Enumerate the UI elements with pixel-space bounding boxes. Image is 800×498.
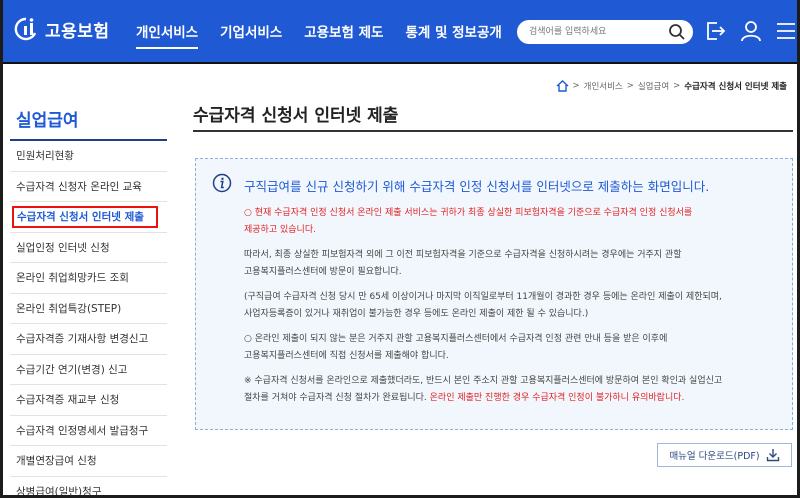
home-icon[interactable] [556,80,569,92]
nav-insurance-system[interactable]: 고용보험 제도 [304,21,383,49]
menu-icon[interactable] [774,19,798,43]
notice-paragraph-3: (구직급여 수급자격 신청 당시 만 65세 이상이거나 마지막 이직일로부터 … [244,289,784,323]
info-icon [212,173,232,193]
breadcrumb-separator: > [673,81,681,91]
info-box: 구직급여를 신규 신청하기 위해 수급자격 인정 신청서를 인터넷으로 제출하는… [195,158,793,430]
manual-download-button[interactable]: 매뉴얼 다운로드(PDF) [657,443,792,467]
logo-icon [14,17,37,41]
sidebar-item-extended-benefit[interactable]: 개별연장급여 신청 [10,446,167,477]
info-lead-text: 구직급여를 신규 신청하기 위해 수급자격 인정 신청서를 인터넷으로 제출하는… [244,179,710,194]
notice-paragraph-2: 따라서, 최종 상실한 피보험자격 외에 그 이전 피보험자격을 기준으로 수급… [244,247,784,281]
download-label: 매뉴얼 다운로드(PDF) [669,451,760,462]
breadcrumb-current: 수급자격 신청서 인터넷 제출 [684,82,787,92]
sidebar-item-certificate-request[interactable]: 수급자격 인정명세서 발급청구 [10,416,167,446]
sidebar-item-processing-status[interactable]: 민원처리현황 [10,141,167,172]
logo-text: 고용보험 [45,21,110,42]
page-title: 수급자격 신청서 인터넷 제출 [193,106,399,126]
main-nav: 개인서비스 기업서비스 고용보험 제도 통계 및 정보공개 [136,21,502,49]
sidebar-item-unemployment-recognition[interactable]: 실업인정 인터넷 신청 [10,233,167,263]
notice-line: 사업자등록증이 있거나 재취업이 불가능한 경우 등에도 온라인 제출이 제한 … [244,309,589,319]
notice-line: ※ 수급자격 신청서를 온라인으로 제출했더라도, 반드시 본인 주소지 관할 … [244,376,723,386]
notice-line: (구직급여 수급자격 신청 당시 만 65세 이상이거나 마지막 이직일로부터 … [244,292,722,302]
search-box [517,20,693,44]
sidebar-item-job-card[interactable]: 온라인 취업희망카드 조회 [10,263,167,294]
sidebar-item-sickness-benefit[interactable]: 상병급여(일반)청구 [10,477,167,496]
breadcrumb-separator: > [572,81,580,91]
notice-paragraph-1: ○ 현재 수급자격 인정 신청서 온라인 제출 서비스는 귀하가 최종 상실한 … [244,205,784,239]
sidebar-item-application-submit[interactable]: 수급자격 신청서 인터넷 제출 [10,202,167,233]
notice-line: 절차를 거쳐야 수급자격 신청 절차가 완료됩니다. 온라인 제출만 진행한 경… [244,390,784,407]
notice-text: 절차를 거쳐야 수급자격 신청 절차가 완료됩니다. [244,393,430,403]
nav-personal-services[interactable]: 개인서비스 [136,21,199,49]
notice-line: 고용복지플러스센터에 방문이 필요합니다. [244,267,402,277]
logout-icon[interactable] [703,19,727,43]
notice-line: 고용복지플러스센터에 직접 신청서를 제출해야 합니다. [244,351,449,361]
notice-line: ○ 온라인 제출이 되지 않는 분은 거주지 관할 고용복지플러스센터에서 수급… [244,334,668,344]
sidebar-item-change-report[interactable]: 수급자격증 기재사항 변경신고 [10,324,167,355]
sidebar-item-label: 수급자격 신청서 인터넷 제출 [12,206,158,228]
sidebar-item-step-lecture[interactable]: 온라인 취업특강(STEP) [10,294,167,324]
page: 고용보험 개인서비스 기업서비스 고용보험 제도 통계 및 정보공개 검색어를 … [0,0,800,498]
notice-line: 따라서, 최종 상실한 피보험자격 외에 그 이전 피보험자격을 기준으로 수급… [244,250,682,260]
breadcrumb-unemployment[interactable]: 실업급여 [638,80,669,92]
top-header: 고용보험 개인서비스 기업서비스 고용보험 제도 통계 및 정보공개 [3,0,798,64]
nav-business-services[interactable]: 기업서비스 [220,21,282,49]
notice-line: 제공하고 있습니다. [244,225,316,235]
breadcrumb-separator: > [626,81,634,91]
user-icon[interactable] [739,19,763,43]
search-input[interactable] [529,24,659,40]
title-divider [193,130,793,132]
sidebar: 실업급여 민원처리현황 수급자격 신청자 온라인 교육 수급자격 신청서 인터넷… [10,100,167,496]
breadcrumb: > 개인서비스 > 실업급여 > 수급자격 신청서 인터넷 제출 [556,80,787,92]
search-icon[interactable] [668,23,686,41]
notice-warning-text: 온라인 제출만 진행한 경우 수급자격 인정이 불가하니 유의바랍니다. [429,393,685,403]
sidebar-title: 실업급여 [10,100,167,141]
sidebar-item-period-extension[interactable]: 수급기간 연기(변경) 신고 [10,355,167,385]
download-icon [766,449,779,462]
site-logo[interactable]: 고용보험 [13,16,110,42]
notice-line: ○ 현재 수급자격 인정 신청서 온라인 제출 서비스는 귀하가 최종 상실한 … [244,208,693,218]
sidebar-item-reissue[interactable]: 수급자격증 재교부 신청 [10,385,167,416]
notice-paragraph-4: ○ 온라인 제출이 되지 않는 분은 거주지 관할 고용복지플러스센터에서 수급… [244,331,784,365]
nav-statistics[interactable]: 통계 및 정보공개 [405,21,501,49]
sidebar-item-online-education[interactable]: 수급자격 신청자 온라인 교육 [10,172,167,202]
breadcrumb-personal-services[interactable]: 개인서비스 [584,80,623,92]
notice-paragraph-5: ※ 수급자격 신청서를 온라인으로 제출했더라도, 반드시 본인 주소지 관할 … [244,373,784,407]
